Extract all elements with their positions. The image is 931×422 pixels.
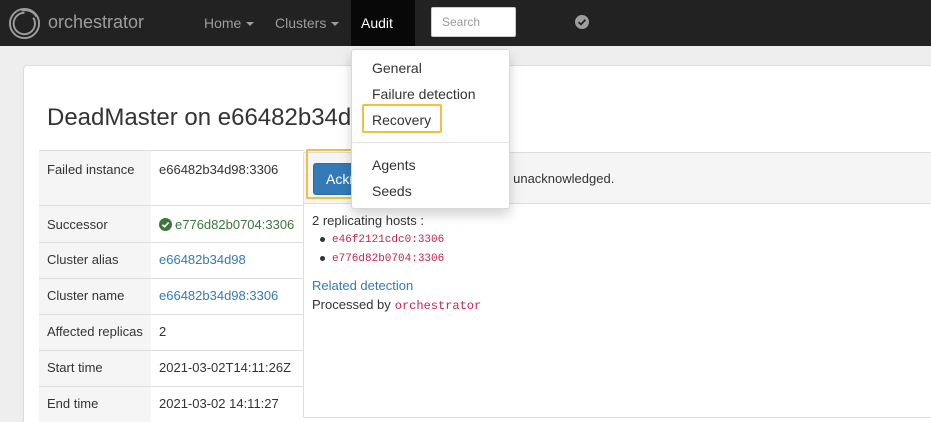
acknowledge-highlight xyxy=(306,149,353,199)
unacknowledged-status: s unacknowledged. xyxy=(503,171,615,186)
nav-clusters-label: Clusters xyxy=(275,15,327,31)
row-label: Affected replicas xyxy=(39,314,151,351)
search-input[interactable] xyxy=(431,7,516,37)
navbar: orchestrator Home Clusters Audit xyxy=(0,0,931,73)
nav-clusters[interactable]: Clusters xyxy=(263,0,351,46)
cluster-alias-link[interactable]: e66482b34d98 xyxy=(159,252,246,267)
chevron-down-icon xyxy=(331,22,340,27)
check-circle-icon xyxy=(159,218,172,231)
brand[interactable]: orchestrator xyxy=(8,6,144,40)
menu-item-seeds[interactable]: Seeds xyxy=(372,183,412,199)
processed-by-label: Processed by xyxy=(312,297,391,312)
menu-item-failure-detection[interactable]: Failure detection xyxy=(372,86,476,102)
orchestrator-logo-icon xyxy=(8,7,41,39)
successor-value: e776d82b0704:3306 xyxy=(175,217,295,232)
menu-item-general[interactable]: General xyxy=(372,60,422,76)
row-label: Start time xyxy=(39,350,151,387)
table-row: End time 2021-03-02 14:11:27 xyxy=(39,386,304,422)
processed-by-value: orchestrator xyxy=(394,299,482,313)
cluster-name-cell: e66482b34d98:3306 xyxy=(151,278,304,315)
recovery-info-table: Failed instance e66482b34d98:3306 Succes… xyxy=(39,150,304,422)
recovery-highlight xyxy=(362,104,442,133)
cluster-name-link[interactable]: e66482b34d98:3306 xyxy=(159,288,278,303)
nav-audit[interactable]: Audit xyxy=(351,0,415,73)
list-item: e46f2121cdc0:3306 xyxy=(318,232,444,251)
table-row: Failed instance e66482b34d98:3306 xyxy=(39,150,304,206)
failed-instance-value: e66482b34d98:3306 xyxy=(151,150,304,206)
brand-name: orchestrator xyxy=(48,11,145,32)
nav-audit-label: Audit xyxy=(361,15,393,31)
replicating-hosts-list: e46f2121cdc0:3306 e776d82b0704:3306 xyxy=(318,232,444,270)
chevron-down-icon xyxy=(246,22,255,27)
replicating-hosts-label: 2 replicating hosts : xyxy=(312,213,425,228)
table-row: Cluster alias e66482b34d98 xyxy=(39,242,304,279)
cluster-alias-cell: e66482b34d98 xyxy=(151,242,304,279)
related-detection-link[interactable]: Related detection xyxy=(312,278,413,293)
table-row: Cluster name e66482b34d98:3306 xyxy=(39,278,304,315)
start-time-value: 2021-03-02T14:11:26Z xyxy=(151,350,304,387)
row-label: Cluster name xyxy=(39,278,151,315)
row-label: Failed instance xyxy=(39,150,151,206)
processed-by: Processed by orchestrator xyxy=(312,297,481,313)
successor-cell: e776d82b0704:3306 xyxy=(151,205,304,243)
successor-link[interactable]: e776d82b0704:3306 xyxy=(159,217,294,232)
menu-divider xyxy=(352,142,509,143)
table-row: Affected replicas 2 xyxy=(39,314,304,351)
table-row: Successor e776d82b0704:3306 xyxy=(39,205,304,243)
list-item: e776d82b0704:3306 xyxy=(318,251,444,270)
nav-home-label: Home xyxy=(204,15,242,31)
table-row: Start time 2021-03-02T14:11:26Z xyxy=(39,350,304,387)
row-label: End time xyxy=(39,386,151,422)
check-circle-icon[interactable] xyxy=(575,15,589,29)
end-time-value: 2021-03-02 14:11:27 xyxy=(151,386,304,422)
affected-replicas-value: 2 xyxy=(151,314,304,351)
row-label: Cluster alias xyxy=(39,242,151,279)
menu-item-agents[interactable]: Agents xyxy=(372,157,416,173)
row-label: Successor xyxy=(39,205,151,243)
nav-home[interactable]: Home xyxy=(192,0,266,46)
